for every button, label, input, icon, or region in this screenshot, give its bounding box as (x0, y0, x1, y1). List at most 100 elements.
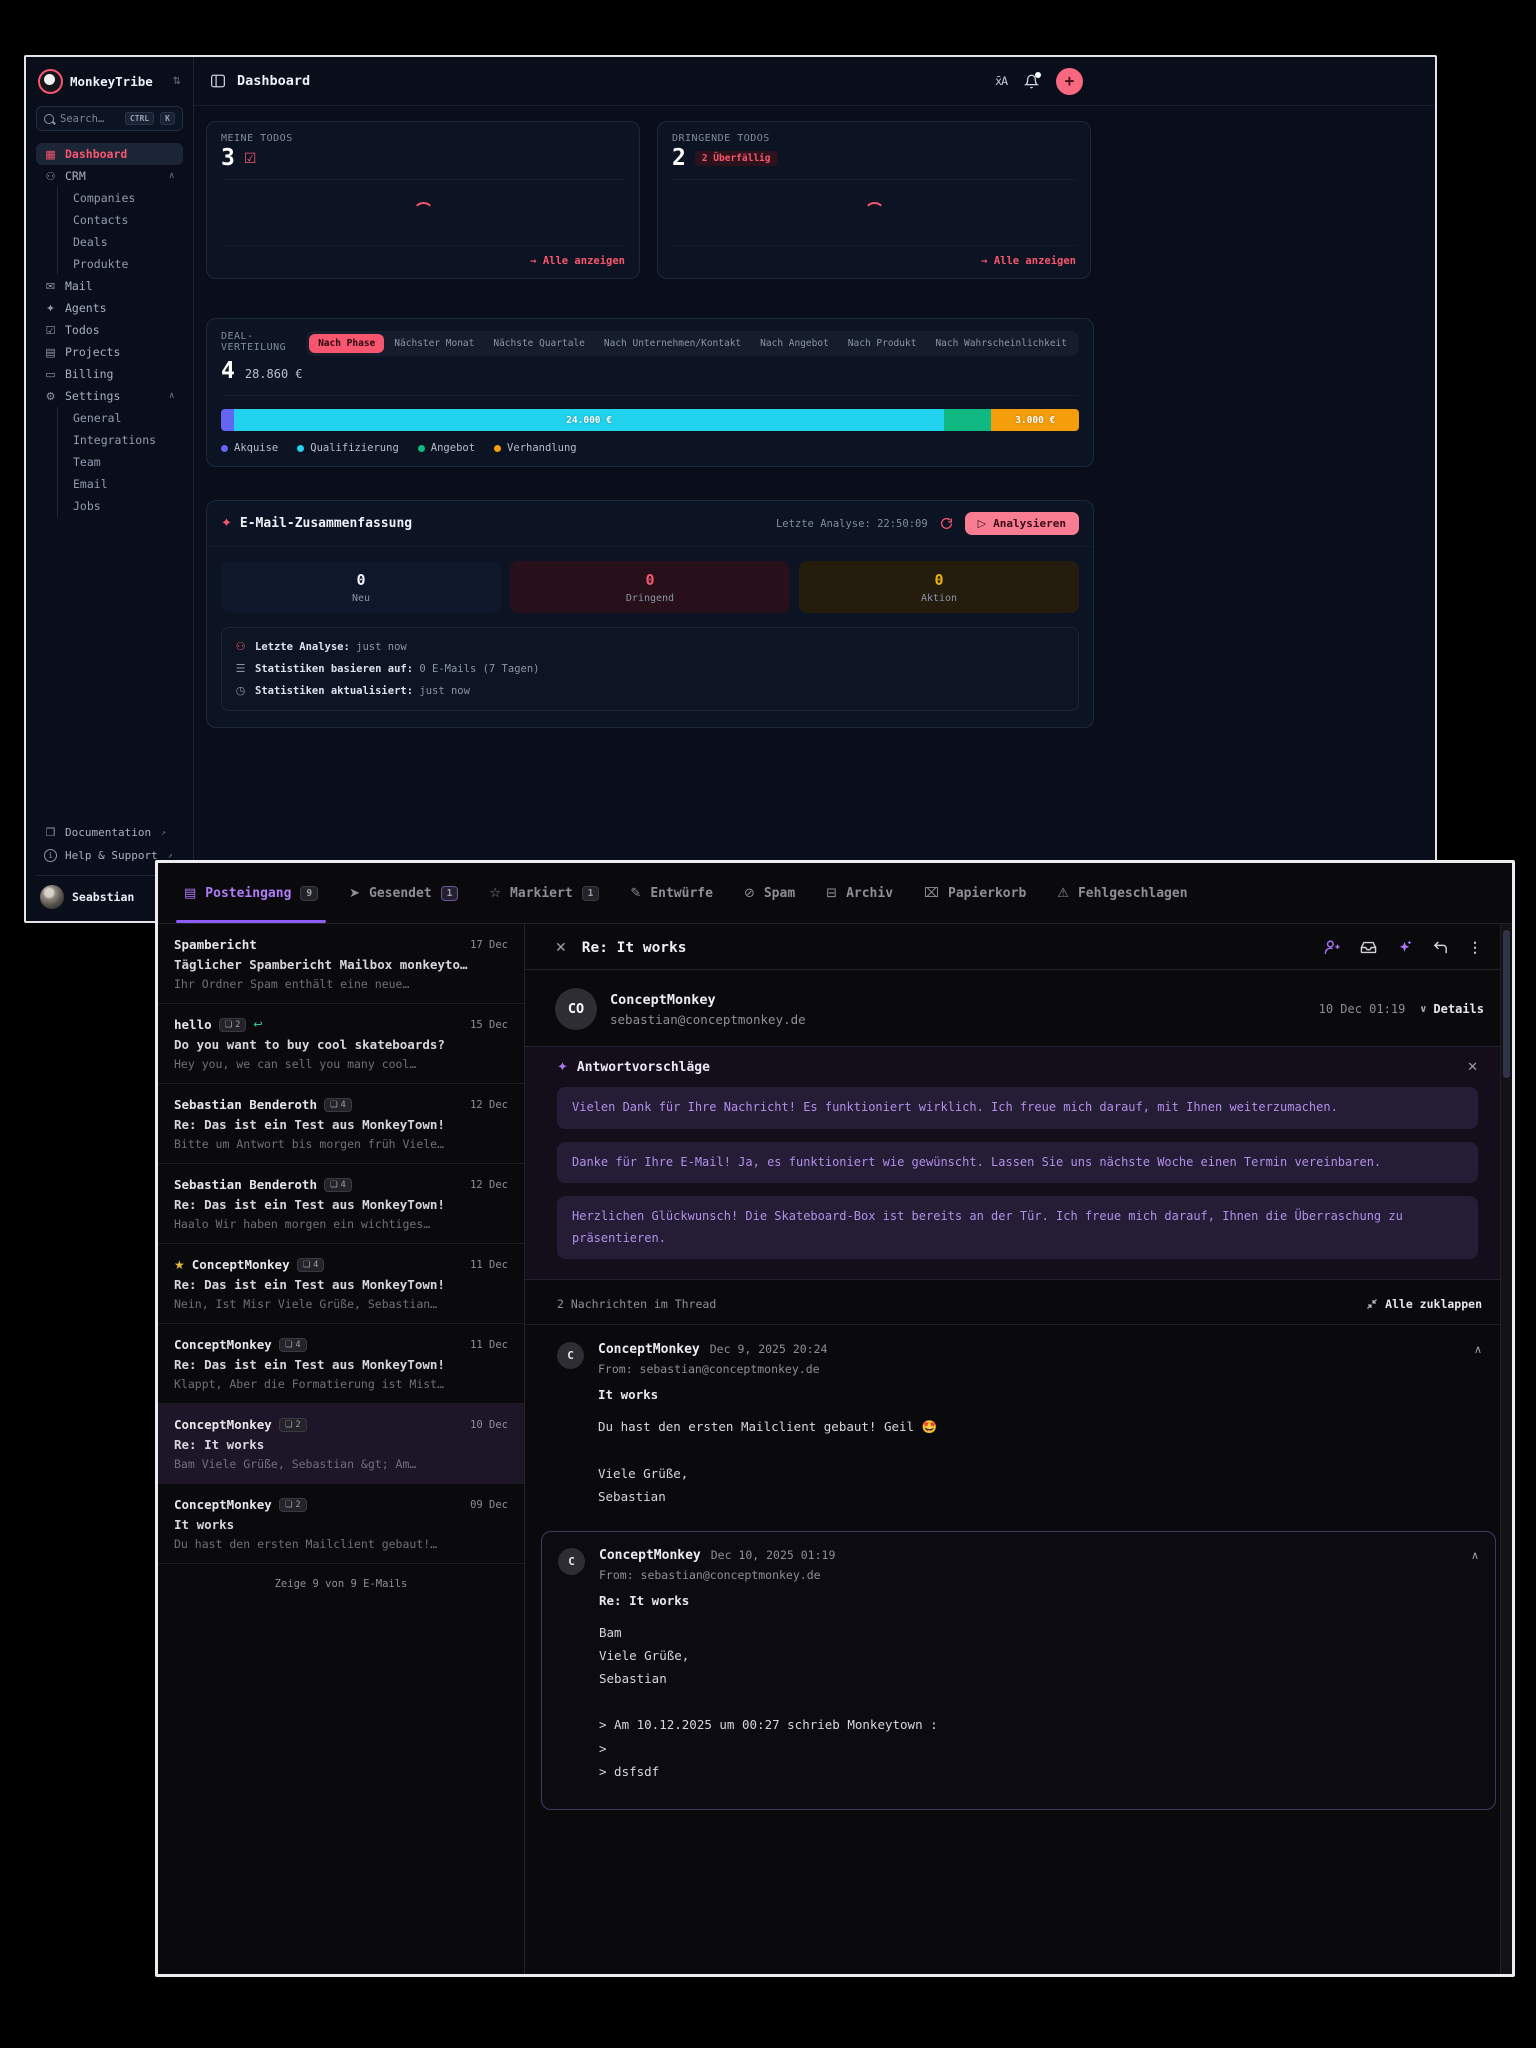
bar-segment[interactable]: 3.000 € (991, 409, 1079, 431)
translate-icon[interactable]: x̄A (995, 74, 1008, 88)
add-contact-icon[interactable] (1324, 939, 1341, 956)
inbox-icon[interactable] (1360, 939, 1377, 956)
mail-item-date: 12 Dec (470, 1098, 508, 1111)
deal-tab[interactable]: Nach Angebot (751, 334, 838, 353)
deal-tab[interactable]: Nach Produkt (839, 334, 926, 353)
thread-count-value: 4 (295, 1339, 301, 1350)
notifications-button[interactable] (1024, 71, 1041, 89)
chevron-up-icon[interactable]: ∧ (168, 391, 175, 401)
bar-segment[interactable] (221, 409, 234, 431)
message-sender: ConceptMonkey (599, 1547, 701, 1563)
close-icon[interactable]: ✕ (1467, 1060, 1478, 1075)
sidebar-item[interactable]: ▤ Projects (36, 341, 183, 363)
sidebar-item[interactable]: ▭ Billing (36, 363, 183, 385)
sidebar-item[interactable]: ▦ Dashboard (36, 143, 183, 165)
card-footer: → Alle anzeigen (672, 245, 1076, 267)
thread-count-value: 2 (295, 1419, 301, 1430)
mail-list-item[interactable]: ConceptMonkey ❏ 2 10 Dec Re: It works Bam… (158, 1404, 524, 1484)
chevron-up-icon[interactable]: ∧ (168, 171, 175, 181)
mail-tab-badge: 1 (440, 885, 459, 901)
mail-list-item[interactable]: Sebastian Benderoth ❏ 4 12 Dec Re: Das is… (158, 1084, 524, 1164)
mail-detail-header: ✕ Re: It works ⋮ (525, 924, 1512, 970)
mail-list-item[interactable]: hello ❏ 2 ↩ 15 Dec Do you want to buy coo… (158, 1004, 524, 1084)
mail-tab[interactable]: ▤ Posteingang 9 (175, 863, 327, 923)
mail-tab-icon: ⊟ (826, 885, 838, 901)
suggestion-item[interactable]: Herzlichen Glückwunsch! Die Skateboard-B… (557, 1196, 1478, 1260)
collapse-all-label: Alle zuklappen (1385, 1297, 1482, 1312)
message-avatar: C (557, 1342, 584, 1370)
scrollbar[interactable] (1500, 924, 1512, 1974)
mail-tab[interactable]: ⊟ Archiv (826, 863, 893, 923)
stat-label: Dringend (625, 593, 675, 604)
details-toggle[interactable]: ∨ Details (1419, 1002, 1484, 1016)
deal-legend: Akquise Qualifizierung Angebot Verhandlung (221, 442, 1079, 454)
sidebar-item[interactable]: Contacts (57, 209, 183, 231)
info-row-value: 0 E-Mails (7 Tagen) (419, 662, 540, 675)
sidebar-item[interactable]: Companies (57, 187, 183, 209)
mail-list-item[interactable]: Spambericht ❏ 17 Dec Täglicher Spamberic… (158, 924, 524, 1004)
sidebar-item[interactable]: General (57, 407, 183, 429)
info-row-icon: ◷ (235, 684, 246, 697)
sidebar-item[interactable]: ✉ Mail (36, 275, 183, 297)
sidebar-item[interactable]: ✦ Agents (36, 297, 183, 319)
mail-date: 10 Dec 01:19 (1318, 1002, 1406, 1016)
sidebar-item-icon: ▭ (45, 367, 56, 381)
sidebar-item[interactable]: Deals (57, 231, 183, 253)
deal-distribution-card: DEAL-VERTEILUNG Nach Phase Nächster Monat… (206, 318, 1094, 467)
last-analysis-text: Letzte Analyse: 22:50:09 (775, 517, 928, 530)
sidebar-item[interactable]: Team (57, 451, 183, 473)
sidebar-item-icon: ⚙ (45, 389, 56, 403)
mail-tab[interactable]: ⌧ Papierkorb (924, 863, 1026, 923)
deal-tab[interactable]: Nächste Quartale (484, 334, 594, 353)
search-input[interactable]: Search… CTRL K (36, 106, 183, 131)
bar-segment[interactable] (944, 409, 992, 431)
stat-value: 0 (645, 571, 655, 589)
mail-tab[interactable]: ➤ Gesendet 1 (349, 863, 459, 923)
mail-list-item[interactable]: ConceptMonkey ❏ 4 11 Dec Re: Das ist ein … (158, 1324, 524, 1404)
sidebar-item[interactable]: ⚙ Settings ∧ (36, 385, 183, 407)
sidebar-item-documentation[interactable]: ❐ Documentation ↗ (36, 821, 183, 844)
mail-list-item[interactable]: Sebastian Benderoth ❏ 4 12 Dec Re: Das is… (158, 1164, 524, 1244)
sidebar-item[interactable]: ☑ Todos (36, 319, 183, 341)
mail-item-preview: Haalo Wir haben morgen ein wichtiges… (174, 1217, 431, 1231)
chevron-up-icon[interactable]: ∧ (1471, 1549, 1479, 1562)
suggestion-item[interactable]: Danke für Ihre E-Mail! Ja, es funktionie… (557, 1141, 1478, 1184)
sidebar-toggle-icon[interactable] (210, 74, 226, 88)
deal-tab[interactable]: Nach Unternehmen/Kontakt (595, 334, 750, 353)
sidebar-item[interactable]: Jobs (57, 495, 183, 517)
show-all-link[interactable]: → Alle anzeigen (981, 255, 1076, 267)
card-metrics: 3 ☑ (221, 147, 625, 180)
sidebar-item[interactable]: Email (57, 473, 183, 495)
reply-icon[interactable] (1432, 939, 1449, 956)
chevron-up-icon[interactable]: ∧ (1474, 1343, 1482, 1356)
mail-list-item[interactable]: ★ ConceptMonkey ❏ 4 11 Dec Re: Das ist ei… (158, 1244, 524, 1324)
collapse-all-button[interactable]: Alle zuklappen (1366, 1297, 1482, 1311)
sparkles-icon[interactable] (1396, 939, 1413, 956)
app-logo (38, 69, 63, 94)
show-all-link[interactable]: → Alle anzeigen (530, 255, 625, 267)
analyze-button[interactable]: ▷ Analysieren (964, 512, 1079, 535)
bar-segment[interactable]: 24.000 € (233, 409, 945, 431)
scrollbar-thumb[interactable] (1503, 930, 1510, 1078)
mail-tab[interactable]: ✎ Entwürfe (630, 863, 713, 923)
refresh-icon[interactable] (940, 517, 953, 530)
deal-tab[interactable]: Nach Phase (309, 334, 385, 353)
more-options-icon[interactable]: ⋮ (1468, 940, 1482, 956)
close-icon[interactable]: ✕ (555, 940, 567, 956)
deal-tab[interactable]: Nächster Monat (385, 334, 483, 353)
overdue-badge: 2 Überfällig (694, 151, 778, 166)
suggestion-item[interactable]: Vielen Dank für Ihre Nachricht! Es funkt… (557, 1087, 1478, 1129)
thread-count-value: 4 (313, 1259, 319, 1270)
mail-list-item[interactable]: ConceptMonkey ❏ 2 09 Dec It works Du hast… (158, 1484, 524, 1564)
sidebar-item[interactable]: ⚇ CRM ∧ (36, 165, 183, 187)
deal-tab[interactable]: Nach Wahrscheinlichkeit (926, 334, 1076, 353)
add-button[interactable]: + (1056, 67, 1083, 95)
sidebar-item[interactable]: Integrations (57, 429, 183, 451)
workspace-switcher[interactable]: MonkeyTribe ⇅ (36, 67, 183, 106)
mail-tab[interactable]: ☆ Markiert 1 (489, 863, 600, 923)
mail-tab[interactable]: ⊘ Spam (744, 863, 795, 923)
workspace-chevron-icon[interactable]: ⇅ (173, 76, 181, 87)
mail-item-subject: Re: It works (174, 1437, 265, 1452)
mail-tab[interactable]: ⚠ Fehlgeschlagen (1057, 863, 1187, 923)
sidebar-item[interactable]: Produkte (57, 253, 183, 275)
